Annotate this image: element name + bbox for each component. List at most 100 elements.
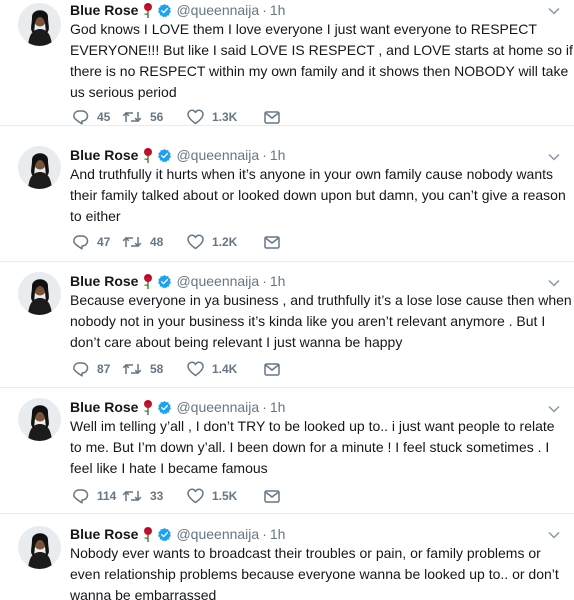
tweet[interactable]: Blue Rose @queennaija · 1h And truthfull… [0, 136, 574, 262]
tweet-text-line: don’t care about being relevant I just w… [70, 334, 403, 350]
retweet-button[interactable]: 33 [122, 489, 187, 503]
rose-icon [144, 148, 153, 163]
tweet-text-line: Because everyone in ya business , and tr… [70, 292, 572, 308]
tweet-text-line: to me. But I’m down y’all. I been down f… [70, 439, 550, 455]
heart-icon [187, 361, 204, 377]
tweet-text: Because everyone in ya business , and tr… [70, 290, 572, 353]
verified-badge-icon [158, 3, 172, 17]
direct-message-button[interactable] [264, 235, 288, 249]
like-button[interactable]: 1.2K [187, 234, 264, 250]
tweet-text-line: God knows I LOVE them I love everyone I … [70, 21, 537, 37]
rose-icon [144, 274, 153, 289]
reply-bubble-icon [73, 362, 89, 377]
separator-dot: · [262, 2, 267, 18]
direct-message-button[interactable] [264, 489, 288, 503]
envelope-icon [264, 362, 280, 376]
chevron-down-icon[interactable] [548, 7, 560, 15]
avatar[interactable] [18, 146, 61, 189]
avatar[interactable] [18, 526, 61, 569]
tweet-text-line: And truthfully it hurts when it’s anyone… [70, 166, 553, 182]
retweet-icon [122, 363, 142, 375]
tweet-header: Blue Rose @queennaija · 1h [70, 525, 546, 543]
chevron-down-icon[interactable] [548, 153, 560, 161]
reply-button[interactable]: 47 [72, 234, 122, 250]
tweet-text-line: us serious period [70, 84, 177, 100]
tweet-feed: Blue Rose @queennaija · 1h God knows I L… [0, 0, 574, 600]
tweet-header: Blue Rose @queennaija · 1h [70, 146, 546, 164]
retweet-button[interactable]: 56 [122, 110, 187, 124]
reply-count: 45 [97, 110, 111, 124]
display-name[interactable]: Blue Rose [70, 398, 138, 416]
display-name[interactable]: Blue Rose [70, 146, 138, 164]
tweet[interactable]: Blue Rose @queennaija · 1h Well im telli… [0, 388, 574, 514]
tweet-text-line: EVERYONE!!! But like I said LOVE IS RESP… [70, 42, 573, 58]
handle[interactable]: @queennaija [176, 398, 259, 416]
handle[interactable]: @queennaija [176, 272, 259, 290]
display-name[interactable]: Blue Rose [70, 272, 138, 290]
tweet[interactable]: Blue Rose @queennaija · 1h Nobody ever w… [0, 514, 574, 600]
reply-button[interactable]: 45 [72, 109, 122, 125]
tweet-text-line: their family talked about or looked down… [70, 187, 566, 203]
separator-dot: · [262, 273, 267, 289]
tweet-header: Blue Rose @queennaija · 1h [70, 272, 546, 290]
separator-dot: · [262, 526, 267, 542]
tweet-actions: 87 58 1.4K [72, 359, 288, 379]
reply-button[interactable]: 114 [72, 488, 122, 504]
direct-message-button[interactable] [264, 362, 288, 376]
timestamp[interactable]: 1h [270, 272, 286, 290]
tweet-header: Blue Rose @queennaija · 1h [70, 1, 546, 19]
envelope-icon [264, 110, 280, 124]
timestamp[interactable]: 1h [270, 398, 286, 416]
handle[interactable]: @queennaija [176, 146, 259, 164]
verified-badge-icon [158, 148, 172, 162]
tweet[interactable]: Blue Rose @queennaija · 1h Because every… [0, 262, 574, 388]
display-name[interactable]: Blue Rose [70, 525, 138, 543]
tweet-actions: 45 56 1.3K [72, 107, 288, 127]
tweet-text-line: Nobody ever wants to broadcast their tro… [70, 545, 541, 561]
reply-button[interactable]: 87 [72, 361, 122, 377]
heart-icon [187, 488, 204, 504]
direct-message-button[interactable] [264, 110, 288, 124]
envelope-icon [264, 235, 280, 249]
tweet[interactable]: Blue Rose @queennaija · 1h God knows I L… [0, 0, 574, 126]
heart-icon [187, 234, 204, 250]
reply-bubble-icon [73, 235, 89, 250]
like-button[interactable]: 1.5K [187, 488, 264, 504]
avatar[interactable] [18, 3, 61, 46]
tweet-text-line: nobody not in your business it’s kinda l… [70, 313, 546, 329]
handle[interactable]: @queennaija [176, 1, 259, 19]
chevron-down-icon[interactable] [548, 279, 560, 287]
reply-bubble-icon [73, 110, 89, 125]
tweet-text: And truthfully it hurts when it’s anyone… [70, 164, 566, 227]
retweet-button[interactable]: 48 [122, 235, 187, 249]
avatar[interactable] [18, 272, 61, 315]
like-button[interactable]: 1.3K [187, 109, 264, 125]
tweet-header: Blue Rose @queennaija · 1h [70, 398, 546, 416]
retweet-count: 48 [150, 235, 164, 249]
tweet-text-line: feel like I hate I became famous [70, 460, 268, 476]
tweet-text-line: wanna be embarrassed [70, 587, 217, 600]
verified-badge-icon [158, 527, 172, 541]
separator-dot: · [262, 399, 267, 415]
retweet-button[interactable]: 58 [122, 362, 187, 376]
tweet-text: Nobody ever wants to broadcast their tro… [70, 543, 564, 600]
tweet-text-line: there is no RESPECT within my own family… [70, 63, 569, 79]
like-button[interactable]: 1.4K [187, 361, 264, 377]
tweet-actions: 47 48 1.2K [72, 232, 288, 252]
timestamp[interactable]: 1h [270, 1, 286, 19]
avatar[interactable] [18, 398, 61, 441]
chevron-down-icon[interactable] [548, 531, 560, 539]
tweet-text: God knows I LOVE them I love everyone I … [70, 19, 573, 103]
reply-count: 47 [97, 235, 111, 249]
handle[interactable]: @queennaija [176, 525, 259, 543]
envelope-icon [264, 489, 280, 503]
heart-icon [187, 109, 204, 125]
display-name[interactable]: Blue Rose [70, 1, 138, 19]
timestamp[interactable]: 1h [270, 525, 286, 543]
like-count: 1.3K [212, 110, 238, 124]
reply-bubble-icon [73, 489, 89, 504]
timestamp[interactable]: 1h [270, 146, 286, 164]
reply-count: 114 [97, 489, 117, 503]
chevron-down-icon[interactable] [548, 405, 560, 413]
like-count: 1.5K [212, 489, 238, 503]
